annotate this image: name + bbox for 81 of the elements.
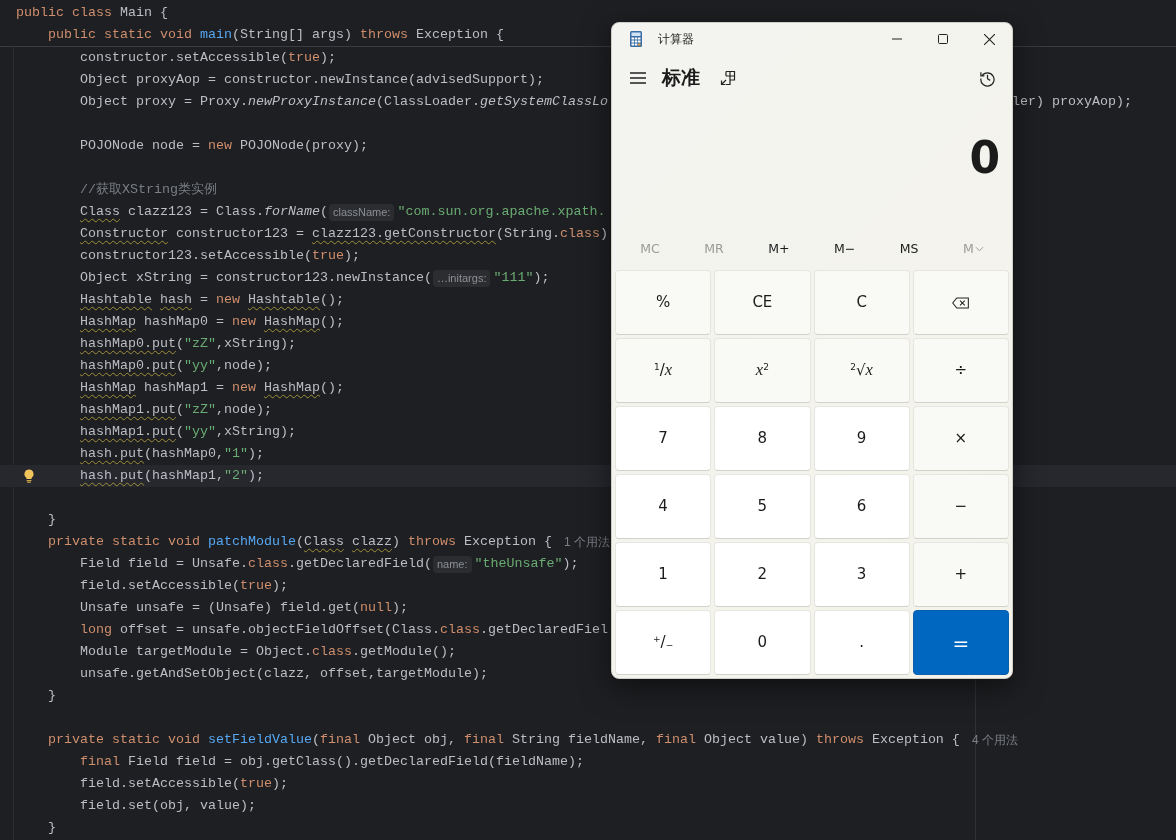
code-text: }	[48, 687, 56, 705]
code-text: Module targetModule = Object.class.getModule();	[80, 643, 456, 661]
code-text: public class Main {	[16, 4, 168, 22]
chevron-icon	[974, 245, 984, 252]
close-icon	[983, 33, 995, 45]
code-text: Object proxyAop = constructor.newInstance(advisedSupport);	[80, 71, 544, 89]
code-text: "111");	[493, 269, 550, 287]
code-text: unsafe.getAndSetObject(clazz, offset,targetModule);	[80, 665, 488, 683]
code-text: HashMap hashMap0 = new HashMap();	[80, 313, 344, 331]
calculator-key[interactable]: 6	[813, 474, 910, 539]
parameter-hint: name:	[432, 555, 472, 573]
calculator-key[interactable]: 3	[813, 542, 910, 607]
equals-button[interactable]: =	[912, 610, 1009, 675]
code-text: Field field = Unsafe.class.getDeclaredField(	[80, 555, 432, 573]
code-text: constructor.setAccessible(true);	[80, 49, 336, 67]
code-text: HashMap hashMap1 = new HashMap();	[80, 379, 344, 397]
calculator-key[interactable]: 0	[714, 610, 811, 675]
code-text: //获取XString类实例	[80, 181, 217, 199]
code-text: Constructor constructor123 = clazz123.getConstructor(String.class)	[80, 225, 608, 243]
calculator-key[interactable]: CE	[714, 270, 811, 335]
calculator-key[interactable]: 8	[714, 406, 811, 471]
maximize-icon	[938, 34, 948, 44]
calculator-key[interactable]: 5	[714, 474, 811, 539]
calculator-key[interactable]: .	[813, 610, 910, 675]
code-text: Hashtable hash = new Hashtable();	[80, 291, 344, 309]
code-text: Object proxy = Proxy.newProxyInstance(ClassLoader.getSystemClassLo	[80, 93, 608, 111]
code-text: hashMap0.put("zZ",xString);	[80, 335, 296, 353]
code-text: long offset = unsafe.objectFieldOffset(Class.class.getDeclaredFiel	[80, 621, 608, 639]
code-text: "theUnsafe");	[474, 555, 579, 573]
history-icon	[979, 69, 996, 87]
code-text: private static void setFieldValue(final Object obj, final String fieldName, final Object value) throws Exception {	[48, 731, 960, 749]
calculator-key[interactable]: 9	[813, 406, 910, 471]
code-text: hashMap1.put("zZ",node);	[80, 401, 272, 419]
calculator-key[interactable]: $^{1}$/x	[615, 338, 712, 403]
usage-hint[interactable]: 4 个用法	[971, 729, 1018, 751]
window-arrow-icon	[720, 70, 736, 87]
calculator-key[interactable]: 1	[615, 542, 712, 607]
calculator-key[interactable]: +	[912, 542, 1009, 607]
calculator-key[interactable]: ×	[912, 406, 1009, 471]
code-text: ler) proxyAop);	[1012, 93, 1132, 111]
code-text: POJONode node = new POJONode(proxy);	[80, 137, 368, 155]
minimize-icon	[892, 38, 902, 40]
code-text: private static void patchModule(Class clazz) throws Exception {	[48, 533, 552, 551]
calculator-key[interactable]: $^{2}$√x	[813, 338, 910, 403]
code-text: hash.put(hashMap0,"1");	[80, 445, 264, 463]
code-text: field.setAccessible(true);	[80, 775, 288, 793]
code-text: final Field field = obj.getClass().getDeclaredField(fieldName);	[80, 753, 584, 771]
calculator-key[interactable]: %	[615, 270, 712, 335]
memory-button[interactable]: MS	[891, 237, 927, 261]
code-text: Class clazz123 = Class.forName(	[80, 203, 328, 221]
code-text: constructor123.setAccessible(true);	[80, 247, 360, 265]
calculator-key[interactable]: 7	[615, 406, 712, 471]
memory-button[interactable]: M+	[760, 237, 798, 261]
result-display: 0	[968, 131, 1001, 186]
lightbulb-icon[interactable]	[23, 469, 35, 483]
parameter-hint: …initargs:	[432, 269, 491, 287]
backspace-icon	[952, 296, 970, 309]
code-text: Object xString = constructor123.newInstance(	[80, 269, 432, 287]
calculator-key[interactable]: ÷	[912, 338, 1009, 403]
calculator-key[interactable]: 4	[615, 474, 712, 539]
code-text: field.set(obj, value);	[80, 797, 256, 815]
mode-title: 标准	[662, 65, 700, 91]
menu-icon	[630, 72, 646, 85]
code-text: }	[48, 819, 56, 837]
code-text: hash.put(hashMap1,"2");	[80, 467, 264, 485]
code-text: field.setAccessible(true);	[80, 577, 288, 595]
code-text: public static void main(String[] args) throws Exception {	[48, 26, 504, 44]
code-text: hashMap1.put("yy",xString);	[80, 423, 296, 441]
calculator-key[interactable]: −	[912, 474, 1009, 539]
window-title: 计算器	[658, 30, 694, 48]
calculator-key[interactable]: 2	[714, 542, 811, 607]
memory-button[interactable]: M−	[825, 237, 864, 261]
calculator-key[interactable]: x$^{2}$	[714, 338, 811, 403]
calculator-key[interactable]: C	[813, 270, 910, 335]
usage-hint[interactable]: 1 个用法	[563, 531, 610, 553]
code-text: Unsafe unsafe = (Unsafe) field.get(null);	[80, 599, 408, 617]
code-text: }	[48, 511, 56, 529]
calculator-icon	[630, 31, 642, 47]
code-text: "com.sun.org.apache.xpath.	[397, 203, 606, 221]
parameter-hint: className:	[328, 203, 395, 221]
code-text: hashMap0.put("yy",node);	[80, 357, 272, 375]
